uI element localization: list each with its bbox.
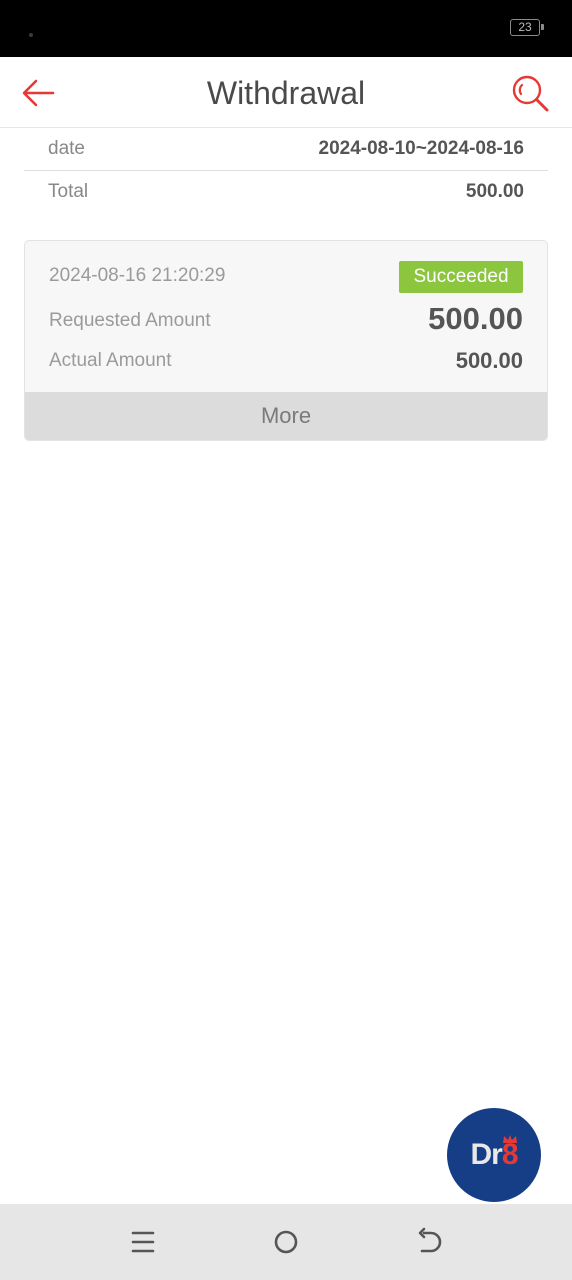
requested-amount-value: 500.00: [428, 301, 523, 336]
search-button[interactable]: [508, 71, 552, 115]
total-value: 500.00: [465, 181, 524, 202]
home-icon: [274, 1230, 298, 1254]
system-back-button[interactable]: [413, 1226, 445, 1258]
requested-amount-label: Requested Amount: [49, 310, 211, 331]
date-label: date: [48, 138, 85, 159]
page-title: Withdrawal: [206, 75, 366, 111]
more-button[interactable]: More: [25, 392, 547, 440]
app-header: Withdrawal: [0, 57, 572, 128]
menu-icon: [131, 1231, 155, 1253]
date-range-row[interactable]: date 2024-08-10~2024-08-16: [24, 128, 548, 171]
fab-logo-accent: 8: [501, 1138, 519, 1171]
total-label: Total: [48, 181, 89, 202]
record-timestamp: 2024-08-16 21:20:29: [49, 265, 226, 286]
camera-dot: [29, 33, 33, 37]
actual-amount-label: Actual Amount: [49, 350, 172, 371]
battery-icon: 23: [510, 19, 544, 36]
system-nav-bar: [0, 1204, 572, 1280]
floating-logo-button[interactable]: Dr8: [447, 1108, 541, 1202]
fab-logo-main: Dr: [470, 1138, 502, 1171]
recent-apps-button[interactable]: [127, 1226, 159, 1258]
status-badge: Succeeded: [399, 261, 523, 293]
home-button[interactable]: [270, 1226, 302, 1258]
status-bar: 23: [0, 0, 572, 57]
back-nav-icon: [418, 1227, 442, 1253]
total-row: Total 500.00: [24, 171, 548, 214]
search-icon: [512, 75, 549, 112]
fab-logo-text: Dr8: [447, 1138, 541, 1172]
withdrawal-record-card: 2024-08-16 21:20:29 Succeeded Requested …: [24, 240, 548, 441]
date-range-value: 2024-08-10~2024-08-16: [318, 138, 524, 159]
actual-amount-value: 500.00: [455, 348, 523, 373]
